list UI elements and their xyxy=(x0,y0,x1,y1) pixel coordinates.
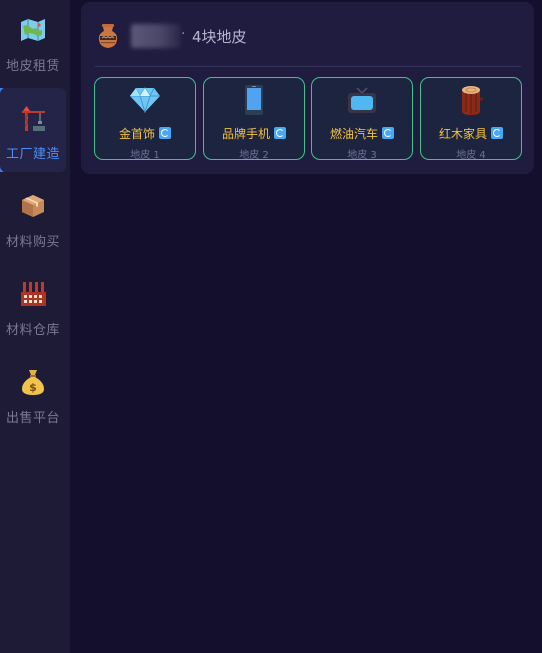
sidebar-item-material-purchase[interactable]: 材料购买 xyxy=(0,176,66,260)
land-card-1[interactable]: 金首饰 地皮 1 xyxy=(94,77,196,161)
land-card-4[interactable]: 红木家具 地皮 4 xyxy=(420,77,522,161)
sidebar-item-material-warehouse[interactable]: 材料仓库 xyxy=(0,264,66,348)
land-card-3[interactable]: 燃油汽车 地皮 3 xyxy=(311,77,413,161)
tv-icon xyxy=(312,84,412,116)
refresh-icon[interactable] xyxy=(159,127,171,139)
card-land-label: 地皮 1 xyxy=(130,150,160,161)
svg-text:$: $ xyxy=(29,381,37,394)
card-land-label: 地皮 2 xyxy=(239,150,269,161)
card-land-label: 地皮 3 xyxy=(347,150,377,161)
card-name: 品牌手机 xyxy=(221,126,270,141)
refresh-icon[interactable] xyxy=(274,127,286,139)
card-title: 金首饰 xyxy=(95,125,195,141)
diamond-icon xyxy=(95,84,195,116)
sidebar-item-label: 工厂建造 xyxy=(5,147,60,162)
mobile-phone-icon xyxy=(204,84,304,116)
card-name: 红木家具 xyxy=(438,126,487,141)
crane-icon xyxy=(18,103,48,133)
panel-header: · 4块地皮 xyxy=(81,2,534,66)
divider xyxy=(95,66,521,67)
card-title: 品牌手机 xyxy=(204,125,304,141)
sidebar-item-label: 地皮租赁 xyxy=(5,59,60,74)
factory-icon xyxy=(18,279,48,309)
wood-log-icon xyxy=(421,84,521,116)
card-title: 燃油汽车 xyxy=(312,125,412,141)
owner-name-redacted xyxy=(131,24,181,48)
sidebar-item-land-rental[interactable]: 地皮租赁 xyxy=(0,0,66,84)
sidebar: 地皮租赁 工厂建造 材料购买 材料仓库 $ 出售平台 xyxy=(0,0,70,653)
sidebar-item-label: 出售平台 xyxy=(5,411,60,426)
land-card-2[interactable]: 品牌手机 地皮 2 xyxy=(203,77,305,161)
money-bag-icon: $ xyxy=(18,367,48,397)
card-land-label: 地皮 4 xyxy=(456,150,486,161)
sidebar-item-sales-platform[interactable]: $ 出售平台 xyxy=(0,352,66,436)
refresh-icon[interactable] xyxy=(382,127,394,139)
package-icon xyxy=(18,191,48,221)
land-count-text: 4块地皮 xyxy=(192,28,247,46)
header-separator: · xyxy=(181,26,186,42)
sidebar-item-label: 材料购买 xyxy=(5,235,60,250)
sidebar-item-label: 材料仓库 xyxy=(5,323,60,338)
amphora-icon xyxy=(97,23,119,49)
map-icon xyxy=(18,15,48,45)
sidebar-item-factory-build[interactable]: 工厂建造 xyxy=(0,88,66,172)
refresh-icon[interactable] xyxy=(491,127,503,139)
card-title: 红木家具 xyxy=(421,125,521,141)
card-name: 燃油汽车 xyxy=(329,126,378,141)
land-panel: · 4块地皮 金首饰 地皮 1 品牌手机 地皮 2 燃油汽车 地皮 3 红木家具… xyxy=(81,2,534,174)
card-name: 金首饰 xyxy=(118,126,155,141)
